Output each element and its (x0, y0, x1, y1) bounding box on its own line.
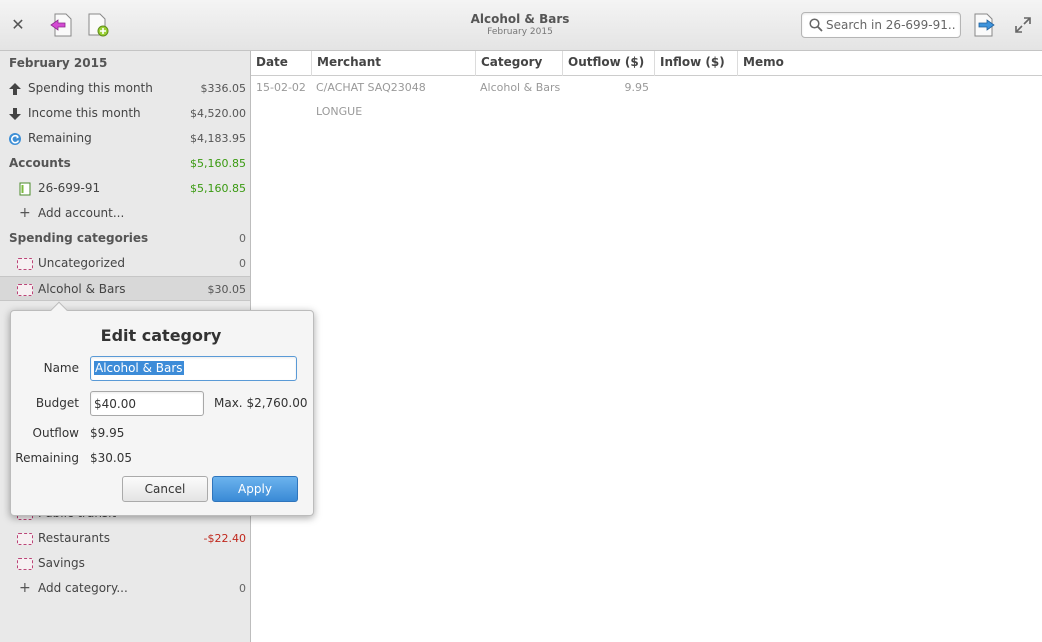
sidebar-item-amount: 0 (239, 257, 246, 270)
sidebar-item-label: Remaining (28, 131, 92, 145)
sidebar-item-savings[interactable]: Savings (0, 551, 250, 576)
cancel-button[interactable]: Cancel (122, 476, 208, 502)
apply-button[interactable]: Apply (212, 476, 298, 502)
account-icon (19, 182, 31, 196)
sidebar-item-amount: $4,183.95 (190, 132, 246, 145)
edit-category-dialog: Edit category Name Alcohol & Bars Budget… (10, 301, 314, 516)
category-icon (17, 258, 33, 270)
new-transaction-icon[interactable] (88, 13, 110, 37)
sidebar-item-amount: $5,160.85 (190, 182, 246, 195)
sidebar-item-amount: $30.05 (207, 283, 247, 296)
transactions-table: Date Merchant Category Outflow ($) Inflo… (251, 51, 1042, 642)
name-value: Alcohol & Bars (94, 361, 184, 375)
cell-memo (738, 76, 1038, 101)
sidebar-item-remaining[interactable]: Remaining $4,183.95 (0, 126, 250, 151)
column-header-inflow[interactable]: Inflow ($) (655, 51, 738, 76)
column-header-merchant[interactable]: Merchant (312, 51, 476, 76)
outflow-label: Outflow (32, 426, 79, 440)
sidebar-item-label: Savings (38, 556, 85, 570)
budget-max-label: Max. $2,760.00 (214, 396, 308, 410)
close-icon[interactable]: ✕ (8, 14, 28, 36)
sidebar-item-uncategorized[interactable]: Uncategorized 0 (0, 251, 250, 276)
sidebar-item-label: Spending this month (28, 81, 153, 95)
sidebar-item-account[interactable]: 26-699-91 $5,160.85 (0, 176, 250, 201)
table-header: Date Merchant Category Outflow ($) Inflo… (251, 51, 1042, 76)
sidebar-item-income[interactable]: Income this month $4,520.00 (0, 101, 250, 126)
name-field[interactable]: Alcohol & Bars (90, 356, 297, 381)
plus-icon: + (19, 205, 31, 221)
sidebar-item-alcohol-bars[interactable]: Alcohol & Bars $30.05 (0, 276, 250, 301)
budget-label: Budget (35, 396, 79, 410)
column-header-outflow[interactable]: Outflow ($) (563, 51, 655, 76)
table-row[interactable]: 15-02-02 C/ACHAT SAQ23048 LONGUE Alcohol… (251, 76, 1042, 118)
add-category-button[interactable]: + Add category... 0 (0, 576, 250, 601)
search-icon (809, 18, 823, 32)
category-icon (17, 284, 33, 296)
dialog-title: Edit category (100, 326, 222, 345)
arrow-up-icon (9, 83, 21, 95)
cell-inflow (655, 76, 738, 101)
window-subtitle: February 2015 (487, 27, 553, 37)
remaining-value: $30.05 (90, 451, 132, 465)
accounts-total: $5,160.85 (190, 157, 246, 170)
sidebar-item-label: Uncategorized (38, 256, 125, 270)
sidebar-item-amount: -$22.40 (203, 532, 246, 545)
add-account-button[interactable]: + Add account... (0, 201, 250, 226)
add-category-amount: 0 (239, 582, 246, 595)
sidebar-item-amount: $4,520.00 (190, 107, 246, 120)
arrow-down-icon (9, 108, 21, 120)
window-title: Alcohol & Bars (470, 12, 570, 26)
import-icon[interactable] (50, 13, 72, 37)
title-block: Alcohol & Bars February 2015 (420, 12, 620, 37)
fullscreen-icon[interactable] (1014, 16, 1032, 34)
outflow-value: $9.95 (90, 426, 125, 440)
column-header-category[interactable]: Category (476, 51, 563, 76)
month-heading: February 2015 (9, 56, 108, 70)
categories-total: 0 (239, 232, 246, 245)
search-input[interactable] (826, 17, 956, 33)
sidebar-item-restaurants[interactable]: Restaurants -$22.40 (0, 526, 250, 551)
sidebar-item-label: Restaurants (38, 531, 110, 545)
categories-heading: Spending categories 0 (0, 226, 250, 251)
cell-merchant: C/ACHAT SAQ23048 LONGUE (316, 81, 426, 118)
accounts-heading: Accounts $5,160.85 (0, 151, 250, 176)
sidebar-item-label: Income this month (28, 106, 141, 120)
sidebar-item-spending[interactable]: Spending this month $336.05 (0, 76, 250, 101)
sidebar-item-amount: $336.05 (200, 82, 247, 95)
column-header-memo[interactable]: Memo (738, 51, 1042, 76)
header-bar: ✕ Alcohol & Bars February 2015 (0, 0, 1042, 51)
sidebar-item-label: Alcohol & Bars (38, 282, 126, 296)
category-icon (17, 533, 33, 545)
budget-field[interactable] (90, 391, 204, 416)
plus-icon: + (19, 580, 31, 596)
search-field[interactable] (801, 12, 961, 38)
sidebar-item-label: 26-699-91 (38, 181, 101, 195)
export-icon[interactable] (973, 13, 997, 37)
remaining-label: Remaining (15, 451, 79, 465)
cell-outflow: 9.95 (624, 81, 650, 94)
category-icon (17, 558, 33, 570)
refresh-icon (9, 133, 21, 145)
cell-category: Alcohol & Bars (480, 81, 561, 94)
column-header-date[interactable]: Date (251, 51, 312, 76)
name-label: Name (43, 361, 79, 375)
cell-date: 15-02-02 (256, 81, 306, 94)
